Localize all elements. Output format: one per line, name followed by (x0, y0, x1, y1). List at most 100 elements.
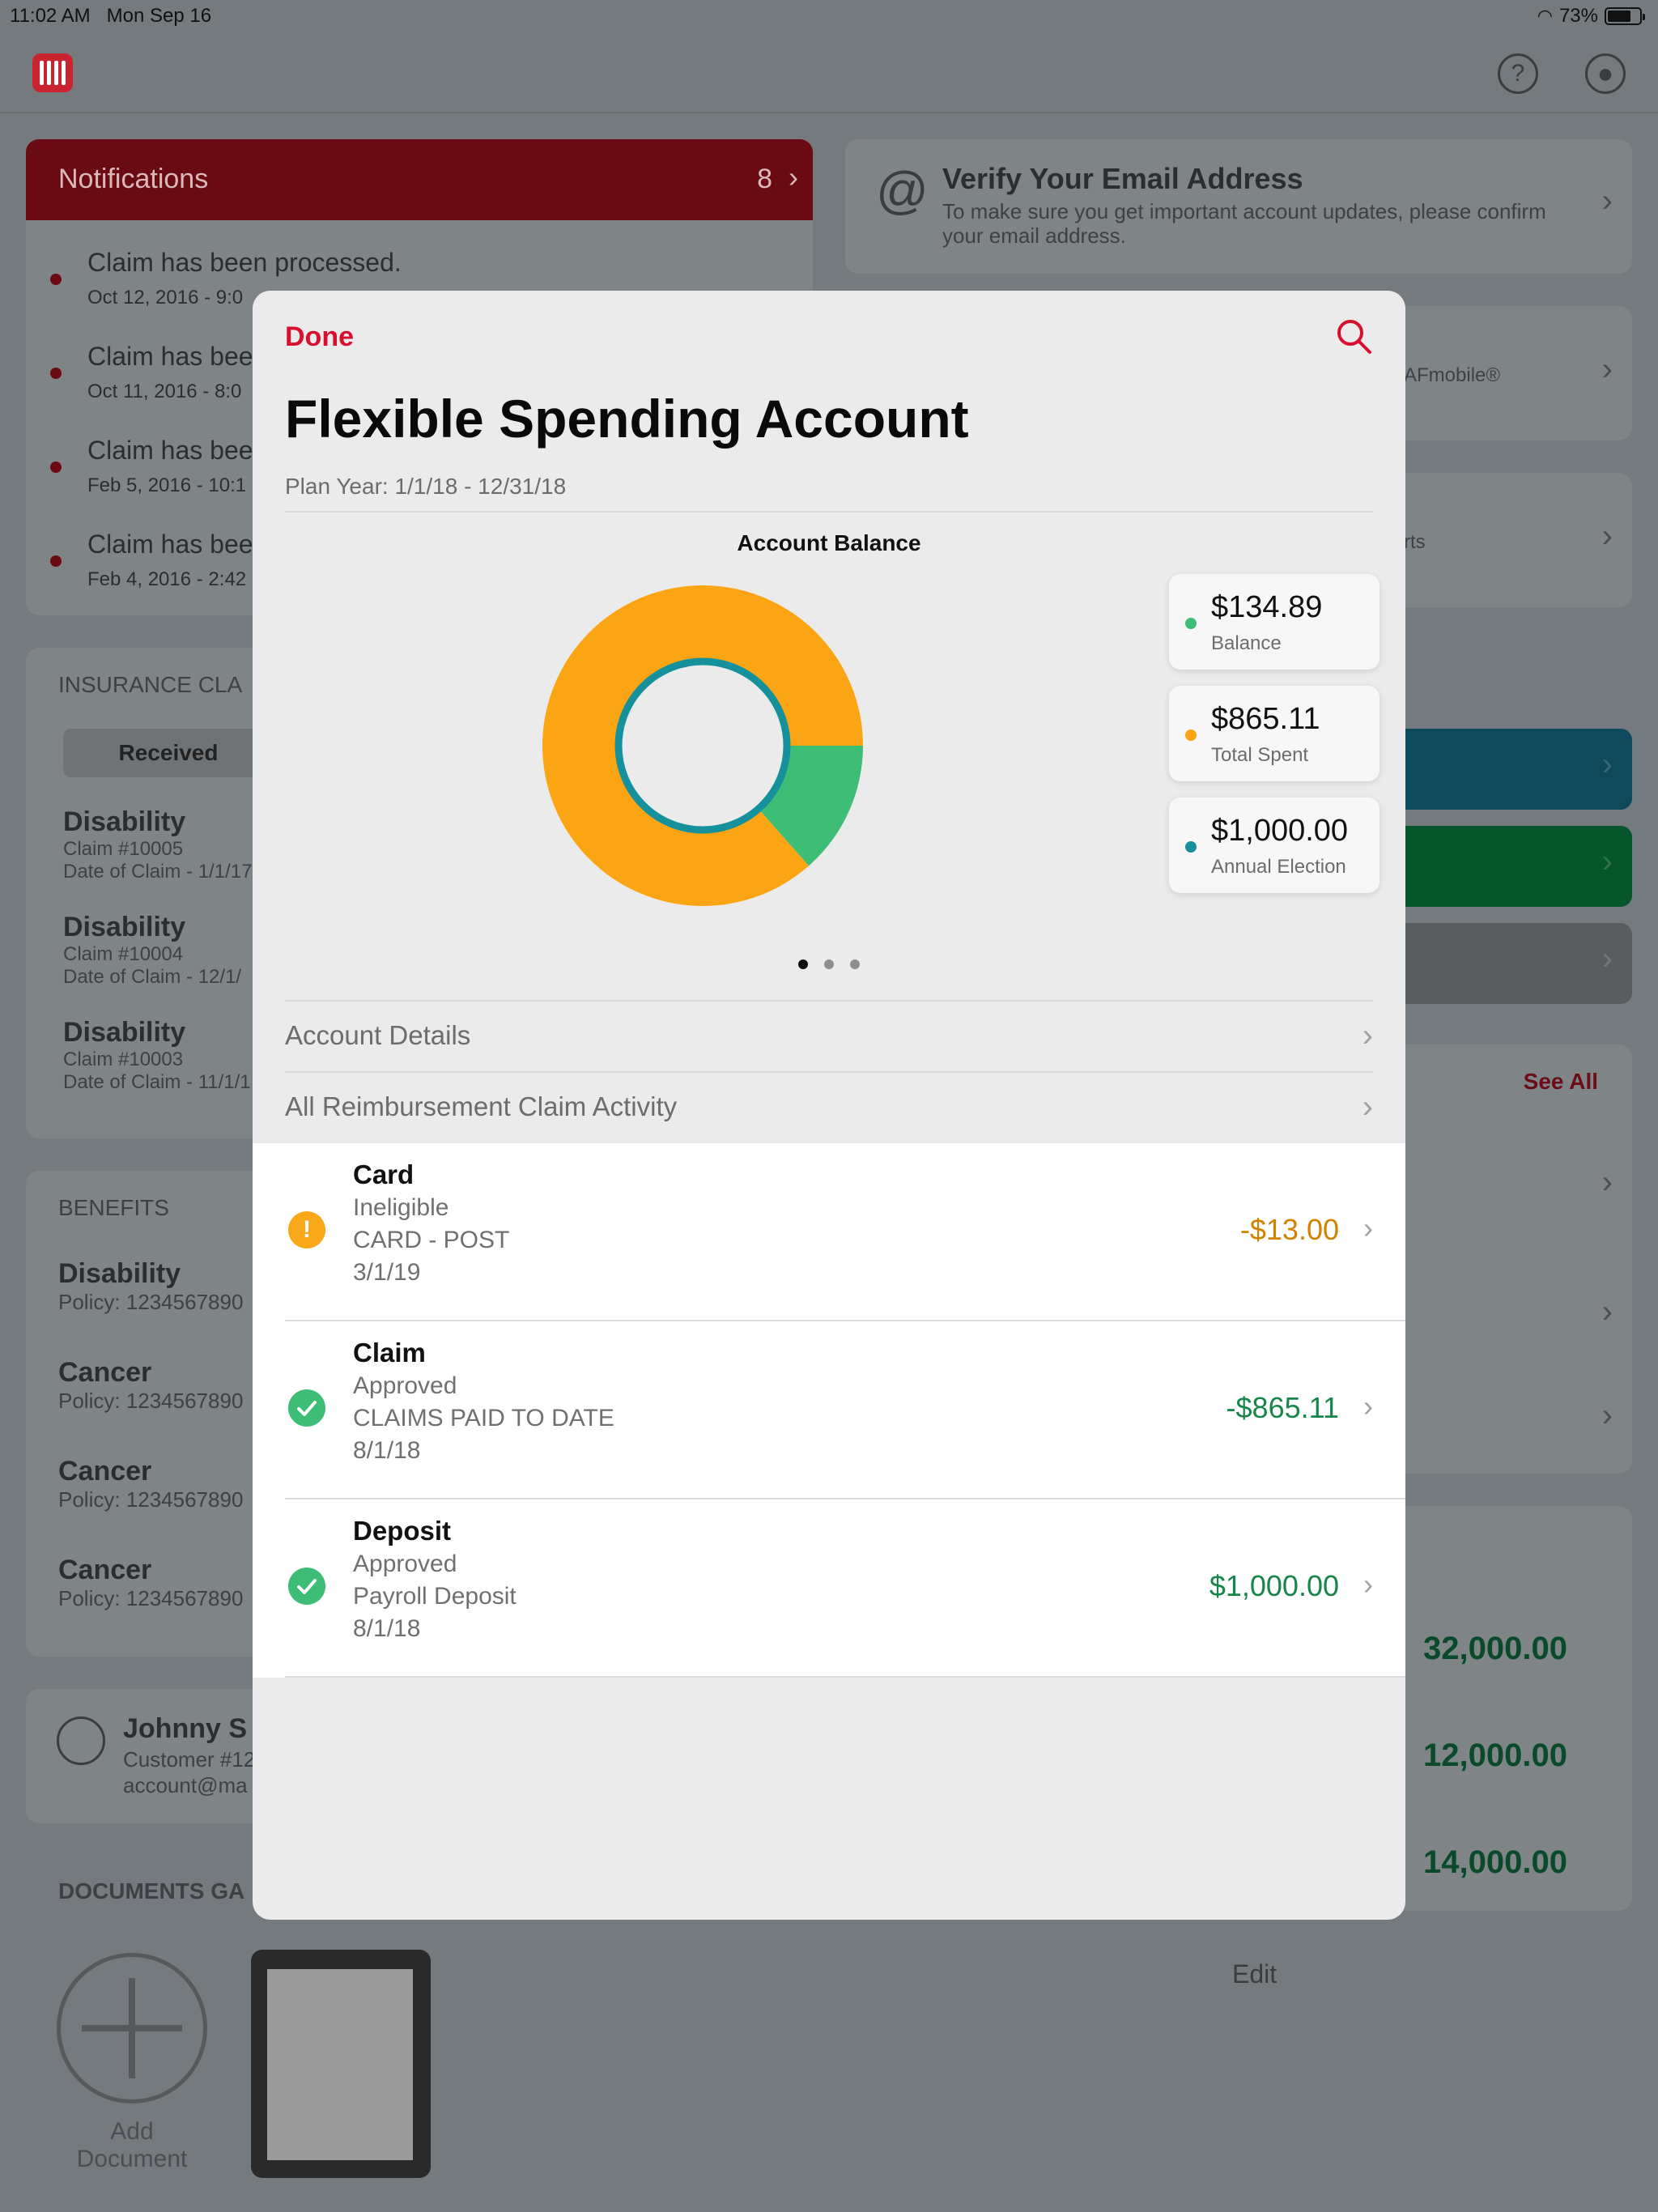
warning-icon: ! (288, 1211, 325, 1249)
notification-text: Claim has bee (87, 530, 253, 559)
plan-year: Plan Year: 1/1/18 - 12/31/18 (285, 474, 567, 499)
transaction-row[interactable]: Deposit Approved Payroll Deposit 8/1/18 … (253, 1499, 1405, 1678)
notification-text: Claim has been processed. (87, 248, 402, 277)
list-item[interactable]: Disability Claim #10003 Date of Claim - … (63, 1017, 251, 1094)
transaction-type: Claim (353, 1338, 426, 1368)
page-indicator-dot[interactable] (824, 959, 834, 969)
status-time: 11:02 AM Mon Sep 16 (10, 5, 212, 27)
top-navigation-bar: ? ● (0, 36, 1658, 113)
page-indicator-dot-active[interactable] (798, 959, 808, 969)
chevron-right-icon: › (1601, 941, 1613, 976)
wifi-icon: ◠ (1537, 6, 1553, 26)
fsa-modal: Done Flexible Spending Account Plan Year… (253, 291, 1405, 1920)
list-item[interactable]: Cancer Policy: 1234567890 (58, 1555, 243, 1611)
page-title: Flexible Spending Account (285, 389, 969, 449)
notifications-header[interactable]: Notifications 8 › (26, 139, 813, 220)
afmobile-text: AFmobile® (1404, 364, 1501, 386)
chevron-right-icon: › (1601, 183, 1613, 219)
transaction-date: 8/1/18 (353, 1437, 421, 1464)
chart-title: Account Balance (737, 530, 921, 555)
account-details-row[interactable]: Account Details › (285, 1000, 1373, 1071)
verify-email-body: To make sure you get important account u… (942, 199, 1546, 248)
profile-email: account@ma (123, 1773, 248, 1797)
transaction-type: Deposit (353, 1516, 452, 1546)
transaction-date: 8/1/18 (353, 1615, 421, 1642)
check-icon (288, 1568, 325, 1605)
chevron-right-icon: › (1601, 351, 1613, 387)
chevron-right-icon: › (1363, 1211, 1373, 1244)
add-document-button[interactable] (57, 1953, 207, 2104)
legend-amount: $134.89 (1211, 590, 1323, 624)
at-sign-icon: @ (876, 161, 929, 219)
transaction-description: CLAIMS PAID TO DATE (353, 1405, 614, 1431)
claim-date: Date of Claim - 12/1/ (63, 966, 242, 988)
chevron-right-icon: › (1601, 518, 1613, 554)
check-icon (288, 1389, 325, 1427)
row-label: All Reimbursement Claim Activity (285, 1091, 678, 1121)
transaction-amount: -$13.00 (1239, 1213, 1339, 1246)
chevron-right-icon: › (1601, 1397, 1613, 1433)
verify-email-title: Verify Your Email Address (942, 162, 1303, 195)
account-balance-chart (542, 585, 863, 906)
notifications-title: Notifications (58, 164, 209, 194)
legend-label: Total Spent (1211, 744, 1309, 766)
transaction-description: Payroll Deposit (353, 1583, 517, 1610)
transaction-status: Approved (353, 1372, 457, 1399)
see-all-link[interactable]: See All (1524, 1069, 1598, 1095)
legend-amount: $865.11 (1211, 702, 1320, 736)
claim-date: Date of Claim - 1/1/17 (63, 861, 253, 883)
transaction-type: Card (353, 1159, 414, 1189)
help-icon[interactable]: ? (1498, 53, 1538, 94)
section-title: INSURANCE CLA (58, 672, 243, 697)
legend-dot-icon (1185, 618, 1197, 629)
chevron-right-icon: › (1601, 844, 1613, 879)
customer-number: Customer #12 (123, 1747, 256, 1772)
divider (285, 511, 1373, 513)
chevron-right-icon: › (1362, 1089, 1373, 1125)
benefit-type: Cancer (58, 1456, 152, 1487)
divider (285, 1676, 1405, 1678)
list-item[interactable]: Disability Policy: 1234567890 (58, 1258, 243, 1315)
verify-email-card[interactable]: @ Verify Your Email Address To make sure… (845, 139, 1632, 274)
profile-name: Johnny S (123, 1713, 248, 1744)
legend-amount: $1,000.00 (1211, 814, 1349, 848)
chevron-right-icon: › (1363, 1389, 1373, 1423)
reimbursement-activity-row[interactable]: All Reimbursement Claim Activity › (285, 1071, 1373, 1142)
claim-date: Date of Claim - 11/1/1 (63, 1071, 251, 1093)
add-document-label: Add Document (76, 2118, 188, 2172)
chevron-right-icon: › (1601, 1164, 1613, 1200)
document-thumbnail[interactable] (251, 1950, 431, 2178)
notification-date: Oct 12, 2016 - 9:0 (87, 287, 244, 308)
plus-icon-bar (82, 2025, 182, 2031)
transaction-row[interactable]: Claim Approved CLAIMS PAID TO DATE 8/1/1… (253, 1321, 1405, 1499)
transaction-row[interactable]: ! Card Ineligible CARD - POST 3/1/19 -$1… (253, 1143, 1405, 1321)
list-item[interactable]: Disability Claim #10004 Date of Claim - … (63, 912, 241, 989)
notification-date: Feb 5, 2016 - 10:1 (87, 474, 247, 496)
page-indicator-dot[interactable] (850, 959, 860, 969)
transaction-details: Approved CLAIMS PAID TO DATE 8/1/18 (353, 1370, 614, 1467)
edit-button[interactable]: Edit (1232, 1959, 1277, 1989)
notification-date: Oct 11, 2016 - 8:0 (87, 381, 242, 402)
list-item[interactable]: Cancer Policy: 1234567890 (58, 1357, 243, 1414)
profile-icon[interactable]: ● (1585, 53, 1626, 94)
legend-dot-icon (1185, 841, 1197, 853)
search-icon[interactable] (1334, 317, 1373, 355)
card-text: rts (1404, 531, 1426, 553)
notification-text: Claim has bee (87, 436, 253, 465)
transaction-details: Ineligible CARD - POST 3/1/19 (353, 1192, 509, 1289)
transaction-list: ! Card Ineligible CARD - POST 3/1/19 -$1… (253, 1143, 1405, 1678)
list-item[interactable]: Disability Claim #10005 Date of Claim - … (63, 806, 252, 883)
benefit-type: Disability (58, 1258, 181, 1289)
tab-received[interactable]: Received (63, 729, 274, 777)
unread-dot-icon (50, 555, 62, 567)
avatar (57, 1716, 105, 1765)
unread-dot-icon (50, 368, 62, 379)
legend-label: Balance (1211, 632, 1282, 654)
list-item[interactable]: Cancer Policy: 1234567890 (58, 1456, 243, 1512)
chevron-right-icon: › (1601, 1294, 1613, 1329)
done-button[interactable]: Done (285, 321, 354, 353)
amount-value: 14,000.00 (1423, 1844, 1567, 1880)
annual-election-ring (614, 657, 791, 834)
claim-number: Claim #10003 (63, 1049, 184, 1070)
app-logo-icon[interactable] (32, 53, 73, 92)
